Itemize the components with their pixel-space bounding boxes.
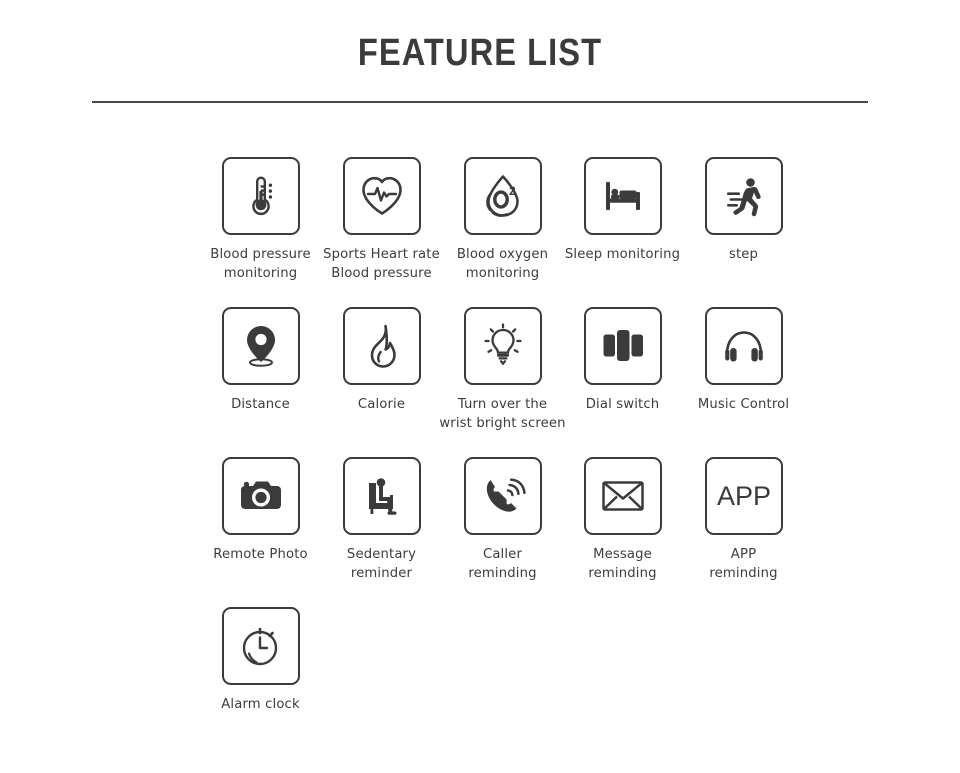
feature-item-step[interactable]: step bbox=[683, 157, 804, 265]
feature-item-turn-over-the-wrist-bright-screen[interactable]: Turn over the wrist bright screen bbox=[439, 307, 566, 433]
app-icon-text: APP bbox=[716, 481, 770, 511]
feature-label: Music Control bbox=[697, 397, 790, 412]
feature-item-sports-heart-rate-blood-pressure[interactable]: Sports Heart rate Blood pressure bbox=[321, 157, 442, 283]
icon-box[interactable] bbox=[342, 157, 421, 235]
feature-item-blood-pressure-monitoring[interactable]: Blood pressure monitoring bbox=[200, 157, 321, 283]
phone-ringing-icon bbox=[480, 474, 526, 518]
feature-label: Turn over the wrist bright screen bbox=[439, 397, 566, 431]
feature-item-message-reminding[interactable]: Message reminding bbox=[562, 457, 683, 583]
icon-box[interactable]: 2 bbox=[463, 157, 542, 235]
icon-box[interactable] bbox=[342, 457, 421, 535]
icon-box[interactable] bbox=[463, 307, 542, 385]
feature-label: Blood oxygen monitoring bbox=[456, 247, 549, 281]
feature-label: Sports Heart rate Blood pressure bbox=[323, 247, 440, 281]
dial-switch-icon bbox=[599, 326, 647, 366]
icon-box[interactable] bbox=[583, 457, 662, 535]
feature-label: Caller reminding bbox=[468, 547, 537, 581]
feature-label: APP reminding bbox=[709, 547, 778, 581]
feature-label: Remote Photo bbox=[213, 547, 308, 562]
feature-row: Remote Photo Sedentary reminder Caller r… bbox=[0, 457, 960, 607]
blood-oxygen-superscript-text: 2 bbox=[509, 184, 516, 198]
feature-label: Dial switch bbox=[585, 397, 660, 412]
location-pin-icon bbox=[239, 322, 283, 370]
feature-item-distance[interactable]: Distance bbox=[200, 307, 321, 415]
feature-item-alarm-clock[interactable]: Alarm clock bbox=[200, 607, 321, 715]
heart-pulse-icon bbox=[358, 173, 406, 219]
feature-label: Alarm clock bbox=[221, 697, 300, 712]
flame-icon bbox=[360, 322, 404, 370]
camera-icon bbox=[237, 476, 285, 516]
icon-box[interactable] bbox=[704, 157, 783, 235]
icon-box[interactable] bbox=[221, 157, 300, 235]
lightbulb-icon bbox=[479, 322, 527, 370]
feature-label: Sleep monitoring bbox=[564, 247, 681, 262]
feature-row: Blood pressure monitoring Sports Heart r… bbox=[0, 157, 960, 307]
sitting-person-icon bbox=[359, 473, 405, 519]
envelope-icon bbox=[600, 478, 646, 514]
feature-grid: Blood pressure monitoring Sports Heart r… bbox=[0, 157, 960, 757]
title-divider bbox=[92, 101, 868, 103]
icon-box[interactable] bbox=[704, 307, 783, 385]
feature-item-app-reminding[interactable]: APP APP reminding bbox=[683, 457, 804, 583]
page-title: FEATURE LIST bbox=[357, 32, 603, 74]
icon-box[interactable] bbox=[221, 607, 300, 685]
headphones-icon bbox=[720, 326, 768, 366]
feature-row: Alarm clock bbox=[0, 607, 960, 757]
app-text-icon: APP bbox=[714, 480, 774, 512]
icon-box[interactable] bbox=[583, 307, 662, 385]
icon-box[interactable] bbox=[342, 307, 421, 385]
feature-row: Distance Calorie Turn over the wrist bri… bbox=[0, 307, 960, 457]
feature-item-caller-reminding[interactable]: Caller reminding bbox=[442, 457, 563, 583]
feature-label: Blood pressure monitoring bbox=[210, 247, 311, 281]
feature-item-remote-photo[interactable]: Remote Photo bbox=[200, 457, 321, 565]
feature-item-sedentary-reminder[interactable]: Sedentary reminder bbox=[321, 457, 442, 583]
feature-label: Distance bbox=[231, 397, 290, 412]
blood-oxygen-drop-icon: 2 bbox=[480, 172, 526, 220]
feature-label: Message reminding bbox=[588, 547, 657, 581]
feature-item-music-control[interactable]: Music Control bbox=[683, 307, 804, 415]
thermometer-icon bbox=[238, 173, 284, 219]
stopwatch-icon bbox=[237, 622, 285, 670]
feature-item-dial-switch[interactable]: Dial switch bbox=[562, 307, 683, 415]
feature-item-blood-oxygen-monitoring[interactable]: 2 Blood oxygen monitoring bbox=[442, 157, 563, 283]
icon-box[interactable] bbox=[221, 457, 300, 535]
icon-box[interactable]: APP bbox=[704, 457, 783, 535]
feature-item-sleep-monitoring[interactable]: Sleep monitoring bbox=[562, 157, 683, 265]
icon-box[interactable] bbox=[221, 307, 300, 385]
feature-label: step bbox=[728, 247, 759, 262]
bed-icon bbox=[599, 174, 647, 218]
icon-box[interactable] bbox=[463, 457, 542, 535]
feature-label: Sedentary reminder bbox=[346, 547, 417, 581]
running-person-icon bbox=[721, 173, 767, 219]
icon-box[interactable] bbox=[583, 157, 662, 235]
